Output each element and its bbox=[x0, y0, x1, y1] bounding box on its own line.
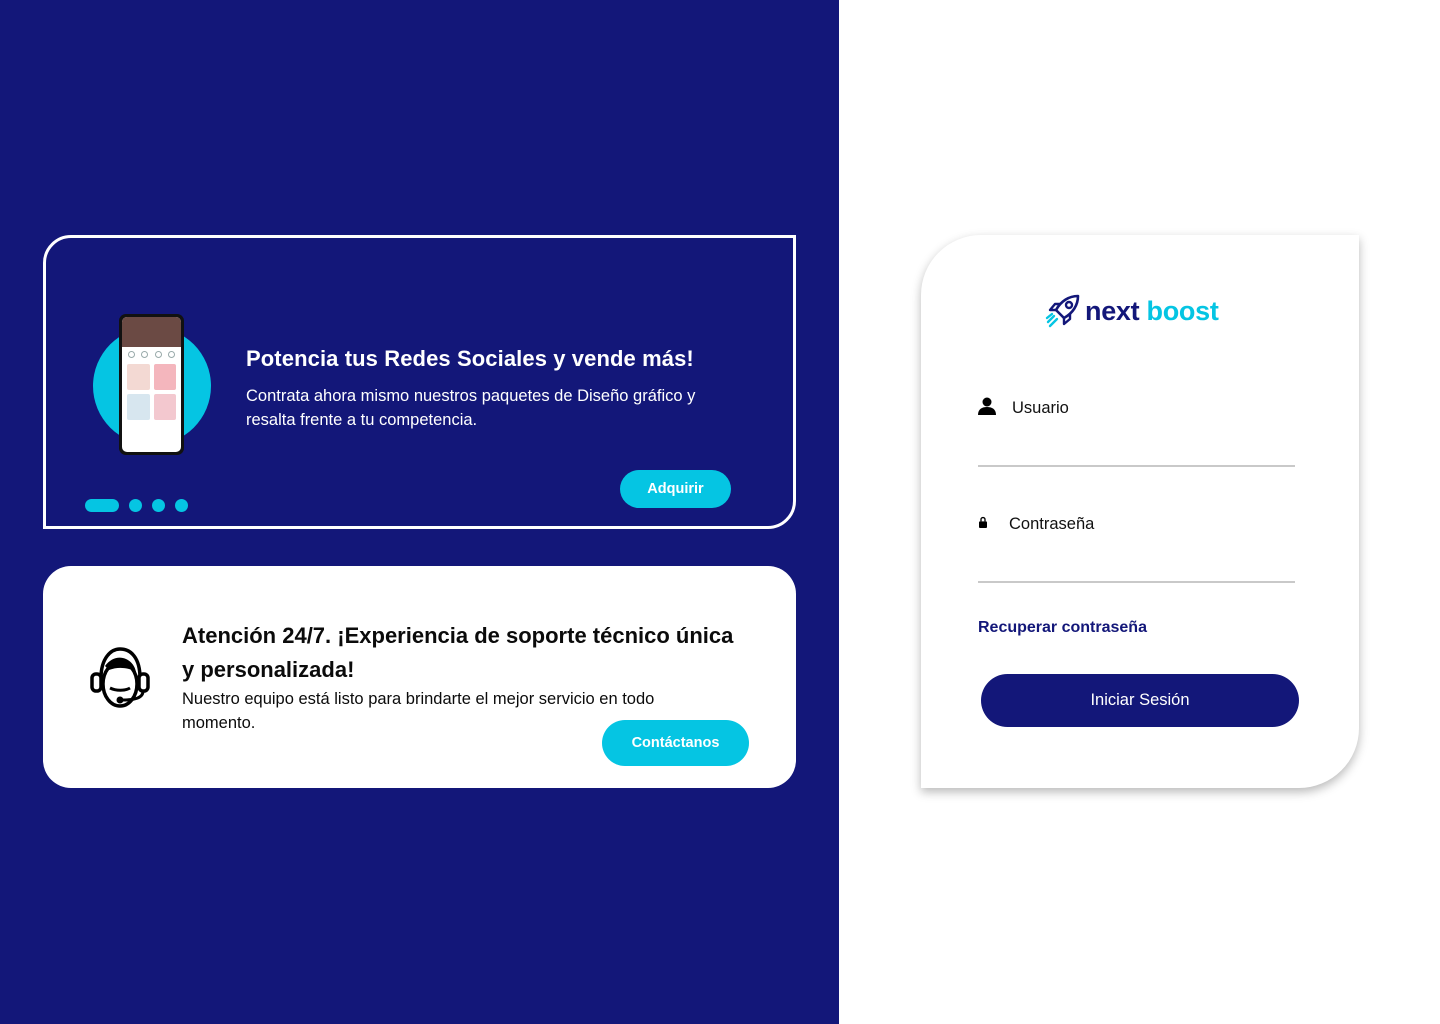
username-field[interactable]: Usuario bbox=[978, 397, 1295, 467]
login-card: next boost Usuario Contraseña Recuperar … bbox=[921, 235, 1359, 788]
support-text: Nuestro equipo está listo para brindarte… bbox=[182, 690, 655, 732]
username-input[interactable] bbox=[978, 431, 1295, 461]
login-button[interactable]: Iniciar Sesión bbox=[981, 674, 1299, 727]
carousel-indicators bbox=[85, 499, 188, 512]
password-field[interactable]: Contraseña bbox=[978, 513, 1295, 583]
left-panel: Potencia tus Redes Sociales y vende más!… bbox=[0, 0, 839, 1024]
logo-text-boost: boost bbox=[1146, 295, 1219, 326]
password-input[interactable] bbox=[978, 547, 1295, 577]
carousel-dot-4[interactable] bbox=[175, 499, 188, 512]
promo-card: Potencia tus Redes Sociales y vende más!… bbox=[43, 235, 796, 529]
promo-text: Contrata ahora mismo nuestros paquetes d… bbox=[246, 387, 696, 429]
logo-text-next: next bbox=[1085, 295, 1140, 326]
rocket-icon bbox=[1045, 294, 1080, 328]
support-card: Atención 24/7. ¡Experiencia de soporte t… bbox=[43, 566, 796, 788]
phone-mockup-icon bbox=[119, 314, 184, 455]
adquirir-button[interactable]: Adquirir bbox=[620, 470, 731, 508]
username-label: Usuario bbox=[1012, 399, 1069, 417]
carousel-dot-3[interactable] bbox=[152, 499, 165, 512]
password-label: Contraseña bbox=[1009, 515, 1095, 533]
carousel-dot-2[interactable] bbox=[129, 499, 142, 512]
brand-logo: next boost bbox=[1045, 293, 1219, 329]
lock-icon bbox=[979, 516, 987, 528]
promo-title: Potencia tus Redes Sociales y vende más! bbox=[246, 346, 694, 371]
user-icon bbox=[978, 397, 996, 415]
support-title: Atención 24/7. ¡Experiencia de soporte t… bbox=[182, 623, 734, 682]
carousel-dot-1[interactable] bbox=[85, 499, 119, 512]
contactanos-button[interactable]: Contáctanos bbox=[602, 720, 749, 766]
headset-agent-icon bbox=[90, 647, 150, 708]
recover-password-link[interactable]: Recuperar contraseña bbox=[978, 619, 1147, 637]
